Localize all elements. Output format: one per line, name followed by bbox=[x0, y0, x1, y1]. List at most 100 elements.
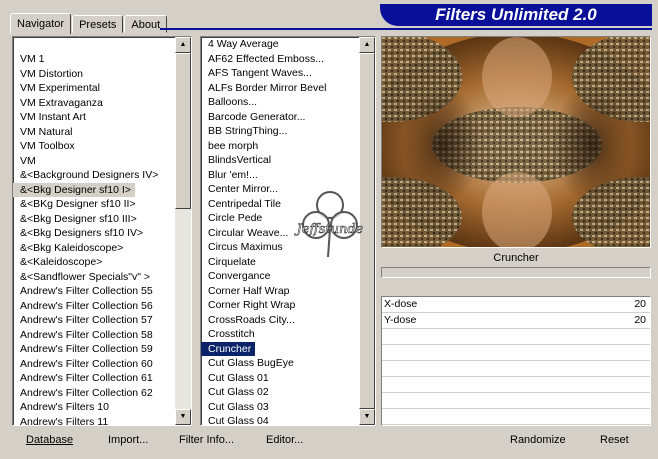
category-item-label: VM Toolbox bbox=[20, 140, 75, 152]
category-item-label: &<Background Designers IV> bbox=[20, 169, 159, 181]
watermark-logo: Jeffstunde bbox=[293, 191, 364, 258]
category-item[interactable]: VM Extravaganza bbox=[13, 96, 175, 111]
filter-item[interactable]: Cut Glass 04 bbox=[201, 414, 359, 425]
filter-item[interactable]: Crosstitch bbox=[201, 327, 359, 342]
header-rule bbox=[160, 28, 652, 30]
param-row-empty bbox=[382, 409, 650, 425]
category-item-label: Andrew's Filter Collection 59 bbox=[20, 343, 153, 355]
category-item[interactable]: VM Instant Art bbox=[13, 110, 175, 125]
category-item[interactable]: Andrew's Filter Collection 55 bbox=[13, 284, 175, 299]
filter-item[interactable]: Cut Glass 02 bbox=[201, 385, 359, 400]
category-item[interactable]: VM Toolbox bbox=[13, 139, 175, 154]
category-item[interactable]: &<BKg Designer sf10 II> bbox=[13, 197, 175, 212]
scroll-down-icon[interactable]: ▼ bbox=[359, 409, 375, 425]
filter-item[interactable]: Cut Glass 03 bbox=[201, 400, 359, 415]
parameter-panel: X-dose 20 Y-dose 20 bbox=[381, 296, 651, 426]
category-item[interactable]: Andrew's Filter Collection 62 bbox=[13, 386, 175, 401]
editor-button[interactable]: Editor... bbox=[262, 430, 307, 450]
category-item[interactable]: &<Sandflower Specials"v" > bbox=[13, 270, 175, 285]
category-item[interactable]: &<Kaleidoscope> bbox=[13, 255, 175, 270]
filter-item-label: bee morph bbox=[208, 139, 259, 152]
param-value[interactable]: 20 bbox=[634, 313, 646, 328]
scroll-up-icon[interactable]: ▲ bbox=[359, 37, 375, 53]
category-item-label: VM Natural bbox=[20, 125, 73, 138]
category-item[interactable]: VM 1 bbox=[13, 52, 175, 67]
filter-item[interactable]: 4 Way Average bbox=[201, 37, 359, 52]
category-item-label: Andrew's Filters 10 bbox=[20, 401, 109, 413]
randomize-button[interactable]: Randomize bbox=[506, 430, 570, 450]
filter-item[interactable]: ALFs Border Mirror Bevel bbox=[201, 81, 359, 96]
tab-navigator[interactable]: Navigator bbox=[10, 13, 72, 34]
filter-item[interactable]: Cruncher bbox=[201, 341, 359, 356]
category-item[interactable]: &<Bkg Designer sf10 I> bbox=[13, 182, 175, 197]
scroll-down-icon[interactable]: ▼ bbox=[175, 409, 191, 425]
filter-item[interactable]: AFS Tangent Waves... bbox=[201, 66, 359, 81]
category-item[interactable]: Andrew's Filter Collection 58 bbox=[13, 328, 175, 343]
reset-button-label: Reset bbox=[600, 434, 629, 446]
filter-item[interactable]: Corner Half Wrap bbox=[201, 284, 359, 299]
import-button[interactable]: Import... bbox=[104, 430, 152, 450]
category-list[interactable]: VM 1 VM Distortion VM Experimental VM Extra… bbox=[12, 36, 192, 426]
category-item[interactable]: Andrew's Filter Collection 56 bbox=[13, 299, 175, 314]
filter-item-label: Cruncher bbox=[201, 341, 256, 356]
category-item-label: Andrew's Filter Collection 55 bbox=[20, 285, 153, 297]
category-item[interactable]: Andrew's Filter Collection 59 bbox=[13, 342, 175, 357]
filter-item-label: Corner Half Wrap bbox=[208, 284, 290, 297]
category-scroll-thumb[interactable] bbox=[175, 53, 191, 209]
category-item[interactable]: &<Bkg Kaleidoscope> bbox=[13, 241, 175, 256]
filter-item[interactable]: Balloons... bbox=[201, 95, 359, 110]
filter-item[interactable]: Barcode Generator... bbox=[201, 110, 359, 125]
filter-item-label: Cirquelate bbox=[208, 255, 256, 268]
filter-item[interactable]: Cut Glass BugEye bbox=[201, 356, 359, 371]
param-row-empty bbox=[382, 377, 650, 393]
category-item-label: &<Kaleidoscope> bbox=[20, 256, 103, 268]
filter-info-button[interactable]: Filter Info... bbox=[175, 430, 238, 450]
param-row-empty bbox=[382, 345, 650, 361]
filter-item[interactable]: CrossRoads City... bbox=[201, 313, 359, 328]
filter-item[interactable]: Blur 'em!... bbox=[201, 168, 359, 183]
filter-item[interactable]: AF62 Effected Emboss... bbox=[201, 52, 359, 67]
param-row-empty bbox=[382, 361, 650, 377]
category-item[interactable]: VM bbox=[13, 154, 175, 169]
param-row-x-dose[interactable]: X-dose 20 bbox=[382, 297, 650, 313]
category-item[interactable]: Andrew's Filters 10 bbox=[13, 400, 175, 415]
filter-item-label: AFS Tangent Waves... bbox=[208, 67, 312, 79]
category-item[interactable]: &<Bkg Designer sf10 III> bbox=[13, 212, 175, 227]
category-item[interactable]: VM Experimental bbox=[13, 81, 175, 96]
database-button[interactable]: Database bbox=[22, 430, 77, 450]
param-row-y-dose[interactable]: Y-dose 20 bbox=[382, 313, 650, 329]
param-row-empty bbox=[382, 329, 650, 345]
tab-bar: Navigator Presets About bbox=[10, 13, 168, 34]
filter-item[interactable]: bee morph bbox=[201, 139, 359, 154]
reset-button[interactable]: Reset bbox=[596, 430, 633, 450]
filter-item[interactable]: Convergance bbox=[201, 269, 359, 284]
tab-about[interactable]: About bbox=[124, 15, 168, 33]
category-item-label: VM Instant Art bbox=[20, 111, 86, 123]
category-item[interactable]: VM Natural bbox=[13, 125, 175, 140]
filter-item[interactable]: BlindsVertical bbox=[201, 153, 359, 168]
filter-item-label: BB StringThing... bbox=[208, 125, 288, 137]
tab-presets[interactable]: Presets bbox=[72, 15, 124, 33]
filter-item[interactable]: Cut Glass 01 bbox=[201, 371, 359, 386]
editor-button-label: Editor... bbox=[266, 434, 304, 446]
category-item[interactable]: &<Background Designers IV> bbox=[13, 168, 175, 183]
param-value[interactable]: 20 bbox=[634, 297, 646, 312]
filter-item-label: AF62 Effected Emboss... bbox=[208, 52, 324, 65]
filter-item[interactable]: Corner Right Wrap bbox=[201, 298, 359, 313]
category-item-label: VM 1 bbox=[20, 53, 45, 65]
category-item[interactable]: &<Bkg Designers sf10 IV> bbox=[13, 226, 175, 241]
category-item[interactable]: Andrew's Filter Collection 61 bbox=[13, 371, 175, 386]
category-item[interactable]: Andrew's Filters 11 bbox=[13, 415, 175, 426]
category-item[interactable]: Andrew's Filter Collection 57 bbox=[13, 313, 175, 328]
scroll-up-icon[interactable]: ▲ bbox=[175, 37, 191, 53]
category-item-label: Andrew's Filter Collection 60 bbox=[20, 357, 153, 370]
current-filter-label: Cruncher bbox=[493, 252, 539, 264]
category-item-label: VM bbox=[20, 154, 36, 167]
category-scrollbar[interactable]: ▲ ▼ bbox=[175, 37, 191, 425]
category-item[interactable]: Andrew's Filter Collection 60 bbox=[13, 357, 175, 372]
category-item[interactable]: VM Distortion bbox=[13, 67, 175, 82]
filter-item[interactable]: BB StringThing... bbox=[201, 124, 359, 139]
filter-item-label: Blur 'em!... bbox=[208, 168, 258, 181]
header-banner: Filters Unlimited 2.0 bbox=[380, 4, 652, 26]
filter-item-label: Corner Right Wrap bbox=[208, 299, 296, 311]
